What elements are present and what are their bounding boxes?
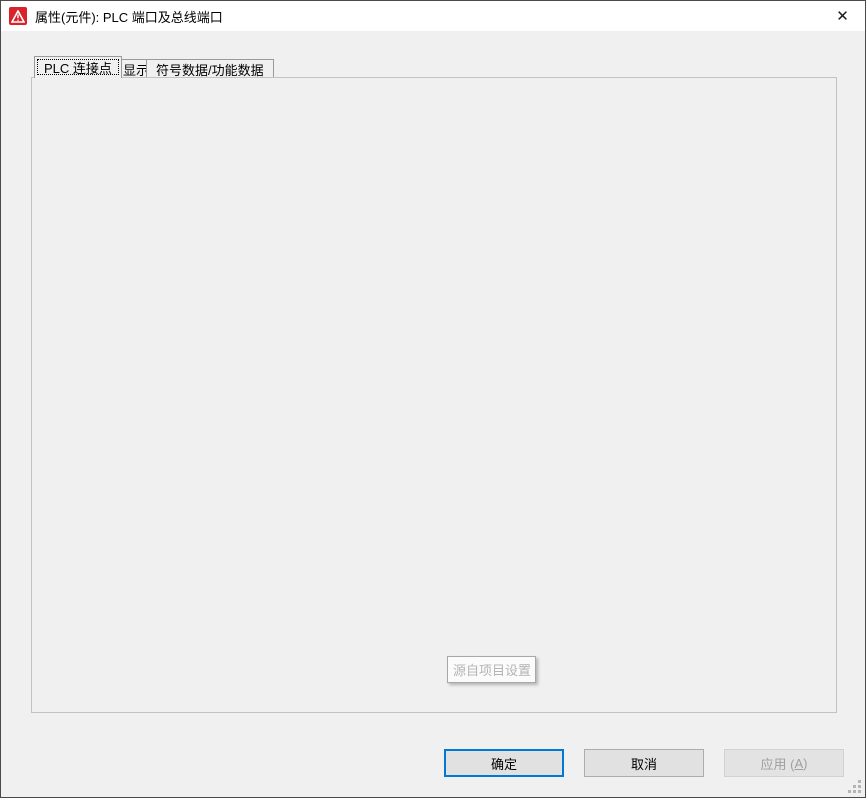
tab-label: 符号数据/功能数据 <box>156 60 264 79</box>
cancel-button[interactable]: 取消 <box>584 749 704 777</box>
tab-plc-connection-point[interactable]: PLC 连接点 <box>34 56 122 78</box>
tab-label: PLC 连接点 <box>44 58 112 77</box>
close-icon[interactable]: ✕ <box>820 1 865 30</box>
tab-symbol-function-data[interactable]: 符号数据/功能数据 <box>146 59 274 78</box>
tooltip: 源自项目设置 <box>447 656 536 683</box>
tab-page <box>31 77 837 713</box>
properties-dialog: 属性(元件): PLC 端口及总线端口 ✕ PLC 连接点 显示 符号数据/功能… <box>0 0 866 798</box>
resize-grip[interactable] <box>848 780 861 793</box>
eplan-app-icon <box>9 7 27 25</box>
title-bar: 属性(元件): PLC 端口及总线端口 ✕ <box>1 1 865 31</box>
apply-button: 应用 (A) <box>724 749 844 777</box>
window-title: 属性(元件): PLC 端口及总线端口 <box>35 7 223 26</box>
ok-button[interactable]: 确定 <box>444 749 564 777</box>
